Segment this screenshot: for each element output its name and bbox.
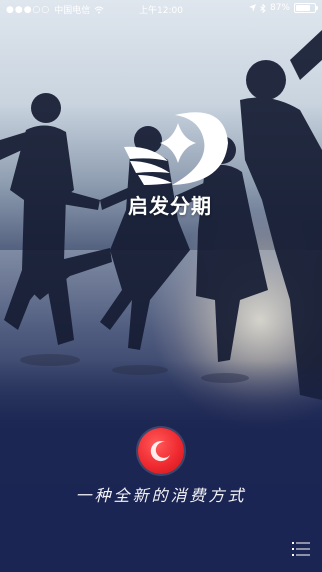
start-button[interactable] xyxy=(138,428,184,474)
bluetooth-icon xyxy=(260,3,266,13)
list-menu-icon[interactable] xyxy=(292,542,310,556)
location-icon xyxy=(248,4,256,12)
splash-screen: ●●●○○ 中国电信 上午12:00 87% 启发分期 一种全新的消费方式 xyxy=(0,0,322,572)
battery-icon xyxy=(294,3,318,13)
status-right: 87% xyxy=(248,3,318,13)
brand-name: 启发分期 xyxy=(128,194,212,218)
tagline: 一种全新的消费方式 xyxy=(75,486,247,505)
battery-fill xyxy=(296,5,310,11)
record-icon xyxy=(150,441,170,462)
battery-percent: 87% xyxy=(269,3,290,13)
status-bar: ●●●○○ 中国电信 上午12:00 87% xyxy=(0,0,322,18)
crescent-sparkle-logo xyxy=(124,112,228,185)
